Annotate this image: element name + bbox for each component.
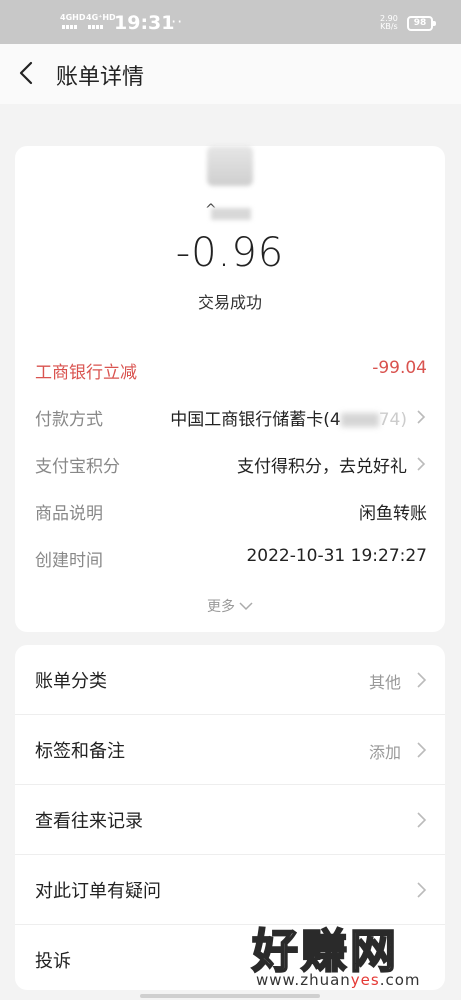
action-bill-category[interactable]: 账单分类 其他: [15, 645, 445, 715]
payee-name-masked: [211, 208, 251, 220]
watermark-url-suffix: .com: [379, 971, 421, 989]
action-view-history[interactable]: 查看往来记录: [15, 785, 445, 855]
payment-card-text: 中国工商银行储蓄卡(4: [170, 410, 341, 430]
more-label: 更多: [207, 599, 235, 615]
masked-card-digits: [340, 413, 379, 427]
action-value: 添加: [368, 743, 401, 762]
payment-card-suffix: 74): [378, 410, 407, 430]
signal-icon: [62, 25, 80, 29]
chevron-right-icon: [415, 881, 427, 899]
watermark-url: www.zhuanyes.com: [256, 971, 421, 989]
network-indicator-2: 4G⁺HD: [86, 13, 116, 22]
chevron-right-icon: [415, 671, 427, 689]
chevron-right-icon: [415, 741, 427, 759]
detail-row-discount: 工商银行立减 -99.04: [35, 358, 427, 383]
watermark-url-highlight: yes: [350, 971, 380, 989]
detail-label: 付款方式: [35, 410, 103, 430]
action-tags-notes[interactable]: 标签和备注 添加: [15, 715, 445, 785]
action-label: 投诉: [35, 951, 71, 972]
action-label: 对此订单有疑问: [35, 881, 161, 902]
detail-value: 2022-10-31 19:27:27: [246, 546, 427, 566]
signal-icon: [88, 25, 106, 29]
detail-value: 支付得积分，去兑好礼: [237, 457, 407, 477]
chevron-right-icon: [415, 811, 427, 829]
detail-label: 工商银行立减: [35, 363, 137, 383]
detail-label: 商品说明: [35, 504, 103, 524]
back-button[interactable]: [12, 58, 42, 88]
watermark-url-prefix: www.zhuan: [256, 971, 351, 989]
home-indicator[interactable]: [140, 994, 320, 998]
speed-unit: KB/s: [380, 22, 398, 31]
detail-label: 创建时间: [35, 551, 103, 571]
detail-row-created-time: 创建时间 2022-10-31 19:27:27: [35, 546, 427, 571]
nav-bar: 账单详情: [0, 44, 461, 104]
more-notifications-icon: ···: [165, 12, 184, 31]
transaction-amount: -0.96: [175, 230, 285, 276]
status-bar: 4GHD 4G⁺HD 19:31 ··· 2.90 KB/s 98: [0, 0, 461, 44]
battery-icon: 98: [407, 16, 436, 31]
action-label: 标签和备注: [35, 741, 125, 762]
watermark-logo: 好赚网 www.zhuanyes.com: [251, 915, 452, 993]
page-title: 账单详情: [56, 65, 145, 90]
detail-row-payment-method[interactable]: 付款方式 中国工商银行储蓄卡(4 74): [35, 405, 427, 430]
action-label: 查看往来记录: [35, 811, 143, 832]
detail-row-points[interactable]: 支付宝积分 支付得积分，去兑好礼: [35, 452, 427, 477]
more-button[interactable]: 更多: [15, 596, 445, 616]
chevron-down-icon: [239, 602, 253, 611]
detail-value: 中国工商银行储蓄卡(4 74): [170, 405, 407, 430]
chevron-right-icon: [415, 409, 427, 425]
action-value: 其他: [368, 673, 401, 692]
chevron-right-icon: [415, 456, 427, 472]
transaction-card: ^ -0.96 交易成功 工商银行立减 -99.04 付款方式 中国工商银行储蓄…: [15, 146, 445, 632]
avatar: [207, 146, 253, 186]
chevron-left-icon: [19, 61, 33, 85]
detail-row-description: 商品说明 闲鱼转账: [35, 499, 427, 524]
network-indicator-1: 4GHD: [60, 13, 86, 22]
detail-value: -99.04: [372, 358, 427, 378]
detail-label: 支付宝积分: [35, 457, 120, 477]
detail-value: 闲鱼转账: [359, 504, 427, 524]
transaction-status: 交易成功: [197, 293, 262, 312]
network-speed: 2.90 KB/s: [380, 15, 398, 31]
action-label: 账单分类: [35, 671, 107, 692]
